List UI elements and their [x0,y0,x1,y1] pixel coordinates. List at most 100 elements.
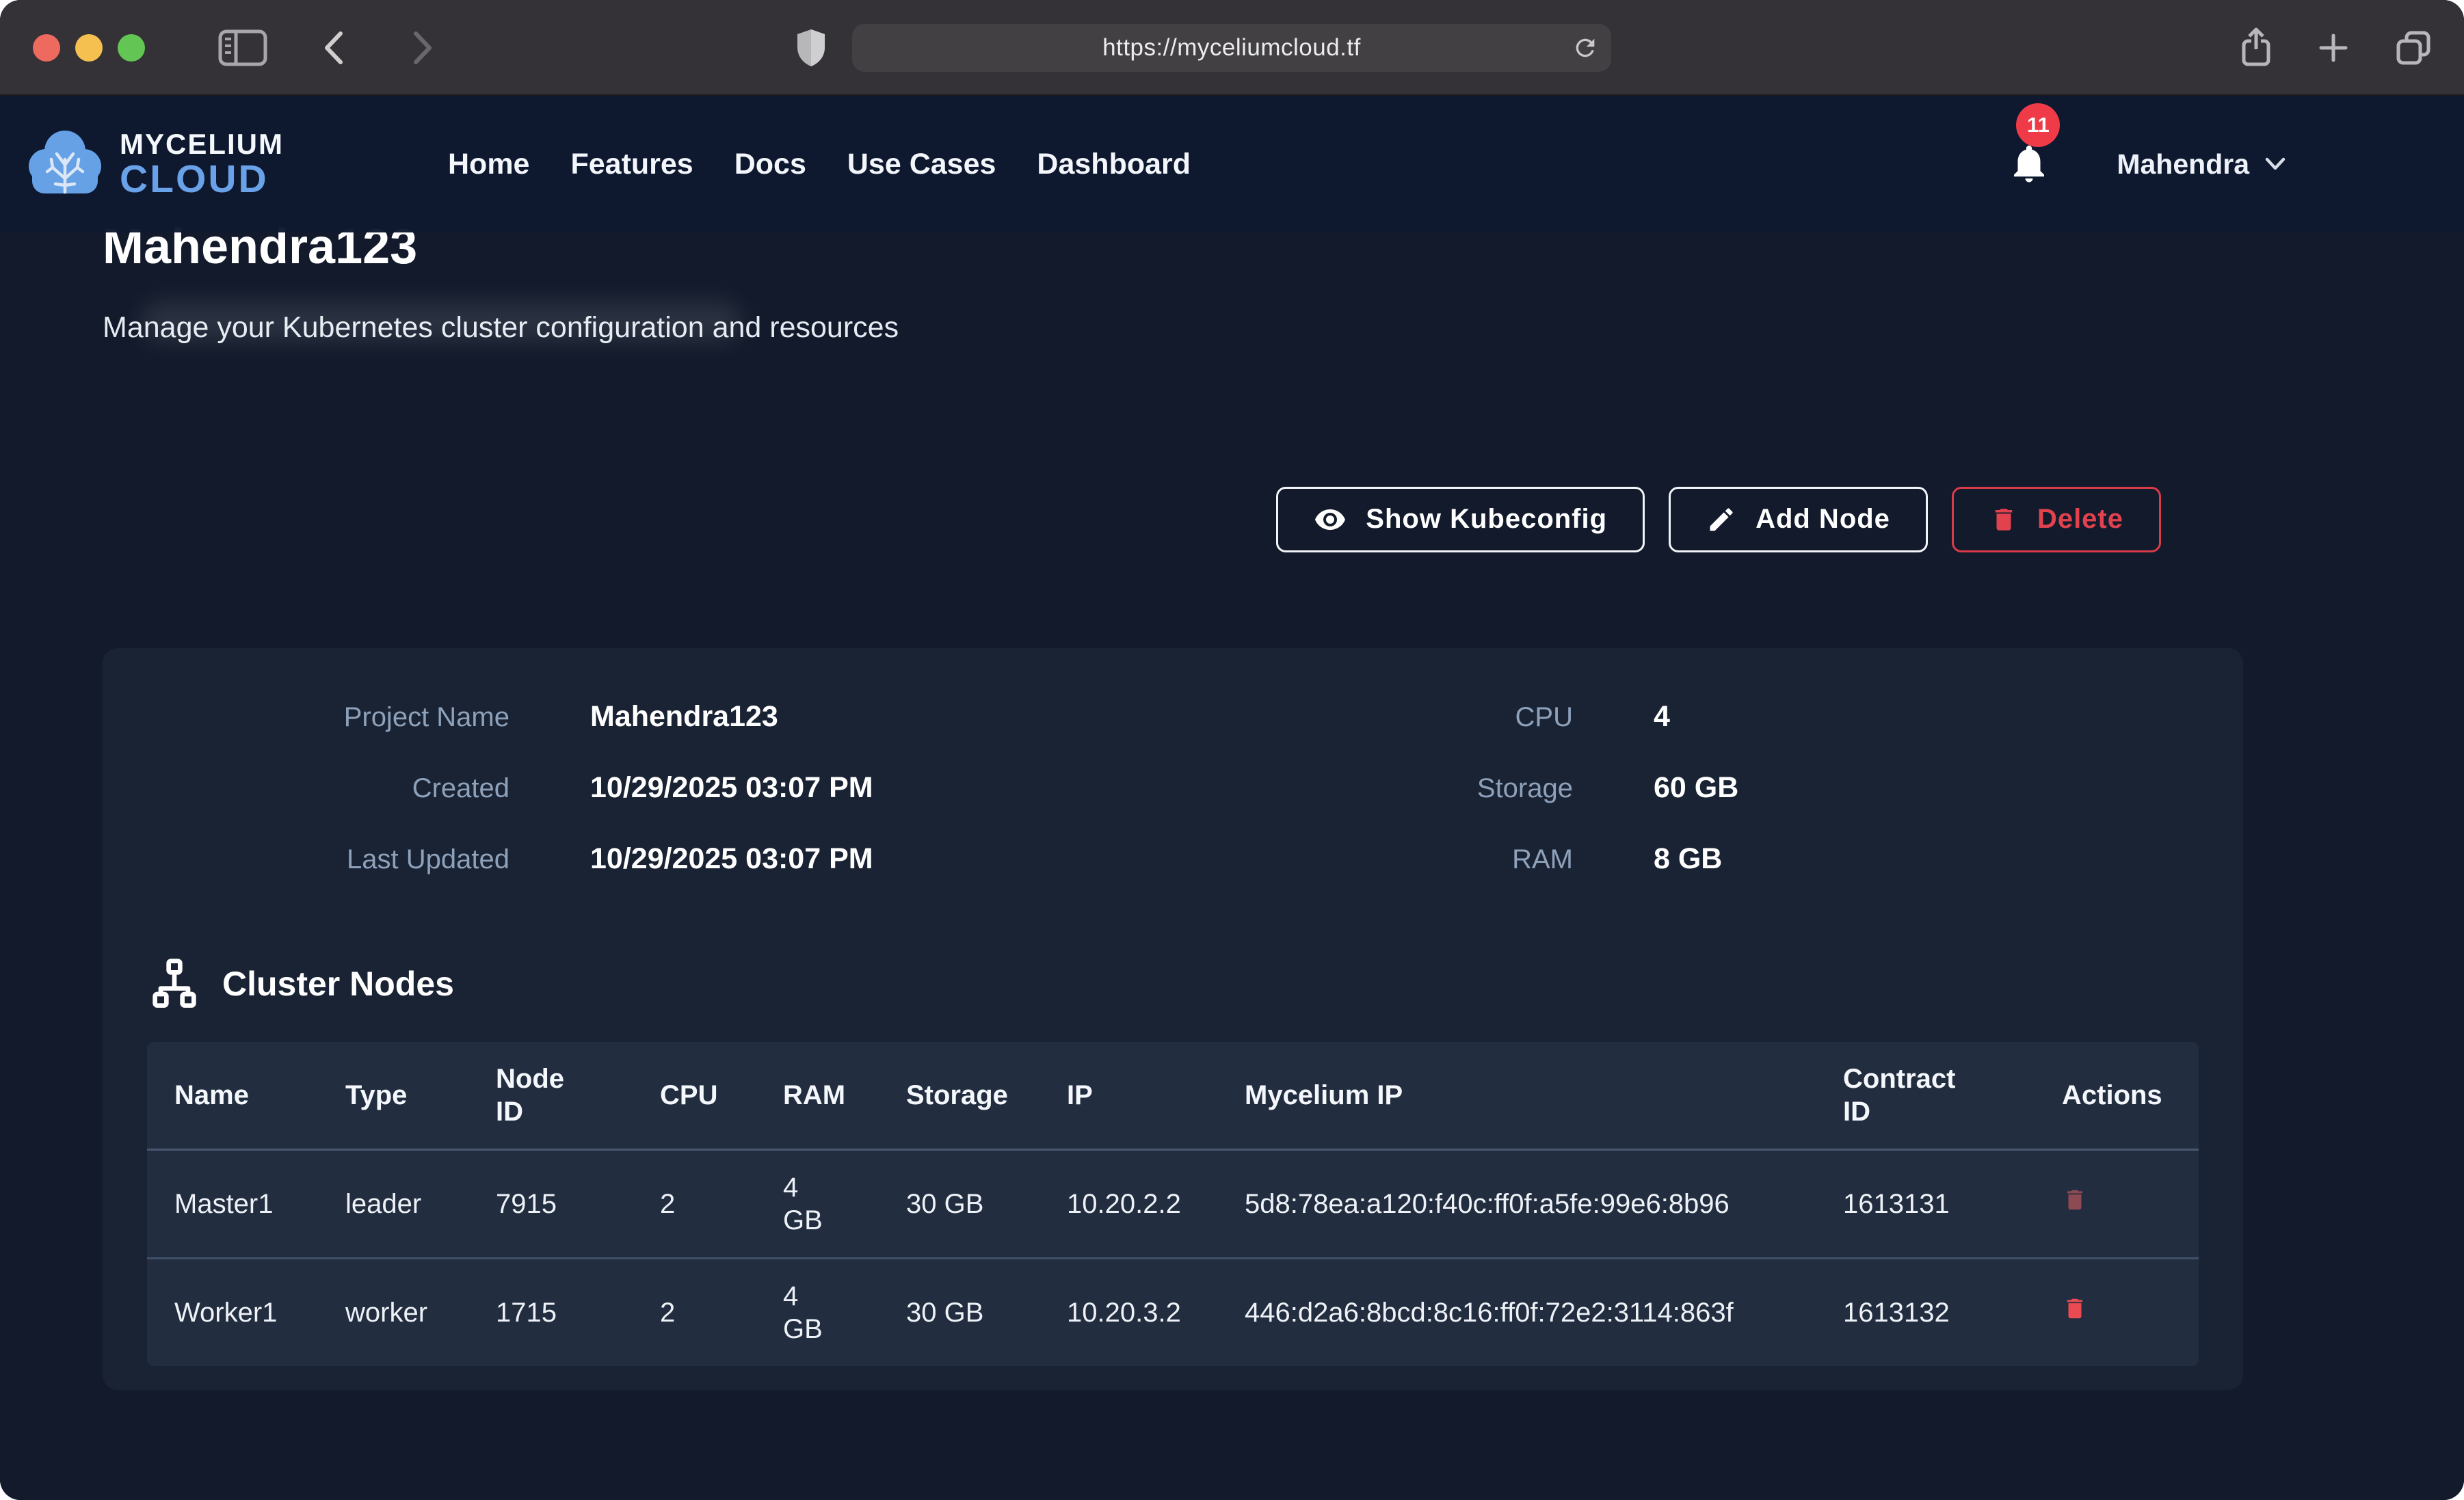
mycelium-logo-icon [24,124,106,204]
info-label: Created [147,773,509,804]
add-node-label: Add Node [1756,504,1890,535]
tab-overview-icon[interactable] [2394,29,2433,66]
delete-node-button[interactable] [2062,1294,2088,1325]
cell-storage: 30 GB [879,1258,1039,1366]
reload-icon[interactable] [1572,34,1599,64]
info-value: 10/29/2025 03:07 PM [590,771,873,805]
info-cpu: CPU 4 [1173,700,2199,734]
info-value: 4 [1654,700,1670,734]
nav-features[interactable]: Features [570,148,693,181]
url-text: https://myceliumcloud.tf [1102,34,1361,62]
delete-label: Delete [2037,504,2123,535]
info-ram: RAM 8 GB [1173,842,2199,876]
page-subtitle: Manage your Kubernetes cluster configura… [103,311,2361,345]
info-value: 60 GB [1654,771,1738,805]
cluster-actions: Show Kubeconfig Add Node Delete [103,487,2243,552]
col-ip: IP [1039,1042,1217,1150]
url-bar[interactable]: https://myceliumcloud.tf [852,24,1611,72]
cell-actions [2035,1149,2199,1258]
traffic-lights [33,34,145,62]
notifications-button[interactable]: 11 [2006,139,2052,190]
back-icon[interactable] [320,0,346,96]
info-value: Mahendra123 [590,700,778,734]
cell-ip: 10.20.3.2 [1039,1258,1217,1366]
cell-ip: 10.20.2.2 [1039,1149,1217,1258]
share-icon[interactable] [2240,27,2273,68]
brand-logo-text: MYCELIUM CLOUD [120,130,284,199]
user-menu[interactable]: Mahendra [2117,148,2286,180]
delete-cluster-button[interactable]: Delete [1952,487,2161,552]
trash-icon [2062,1186,2088,1214]
cell-type: leader [318,1149,468,1258]
cell-contract-id: 1613131 [1816,1149,2035,1258]
cell-contract-id: 1613132 [1816,1258,2035,1366]
cell-name: Master1 [147,1149,318,1258]
nav-dashboard[interactable]: Dashboard [1037,148,1191,181]
cell-node-id: 7915 [468,1149,633,1258]
eye-icon [1314,503,1347,536]
add-node-button[interactable]: Add Node [1669,487,1928,552]
col-ram: RAM [756,1042,879,1150]
col-type: Type [318,1042,468,1150]
col-cpu: CPU [633,1042,756,1150]
cell-actions [2035,1258,2199,1366]
sidebar-toggle-icon[interactable] [217,0,268,96]
show-kubeconfig-button[interactable]: Show Kubeconfig [1276,487,1645,552]
cell-mycelium-ip: 446:d2a6:8bcd:8c16:ff0f:72e2:3114:863f [1217,1258,1816,1366]
cluster-nodes-title: Cluster Nodes [222,964,454,1004]
zoom-window-button[interactable] [118,34,145,62]
cluster-card: Project Name Mahendra123 Created 10/29/2… [103,648,2243,1390]
site-header: MYCELIUM CLOUD Home Features Docs Use Ca… [0,96,2464,232]
minimize-window-button[interactable] [75,34,103,62]
cluster-nodes-heading: Cluster Nodes [147,956,2199,1011]
nav-home[interactable]: Home [448,148,529,181]
bell-icon [2006,139,2052,188]
cell-name: Worker1 [147,1258,318,1366]
delete-node-button[interactable] [2062,1186,2088,1216]
privacy-shield-icon[interactable] [795,0,827,96]
page-body: MYCELIUM CLOUD Home Features Docs Use Ca… [0,96,2464,1500]
info-label: Storage [1173,773,1573,804]
trash-icon [2062,1294,2088,1323]
info-label: RAM [1173,844,1573,875]
info-label: CPU [1173,702,1573,733]
col-name: Name [147,1042,318,1150]
show-kubeconfig-label: Show Kubeconfig [1366,504,1607,535]
cell-cpu: 2 [633,1149,756,1258]
cell-storage: 30 GB [879,1149,1039,1258]
browser-chrome: https://myceliumcloud.tf [0,0,2464,96]
brand-name-line2: CLOUD [120,160,284,199]
table-header-row: Name Type Node ID CPU RAM Storage IP Myc… [147,1042,2199,1150]
nodes-table: Name Type Node ID CPU RAM Storage IP Myc… [147,1042,2199,1366]
user-name: Mahendra [2117,148,2249,180]
forward-icon[interactable] [410,0,436,96]
info-value: 10/29/2025 03:07 PM [590,842,873,876]
trash-icon [1989,504,2018,535]
cell-node-id: 1715 [468,1258,633,1366]
pencil-icon [1706,505,1736,535]
col-actions: Actions [2035,1042,2199,1150]
nav-docs[interactable]: Docs [734,148,806,181]
browser-window: https://myceliumcloud.tf [0,0,2464,1500]
col-contract-id: Contract ID [1816,1042,2035,1150]
cell-mycelium-ip: 5d8:78ea:a120:f40c:ff0f:a5fe:99e6:8b96 [1217,1149,1816,1258]
cell-ram: 4 GB [756,1258,879,1366]
table-row: Worker1 worker 1715 2 4 GB 30 GB 10.20.3… [147,1258,2199,1366]
close-window-button[interactable] [33,34,60,62]
info-created: Created 10/29/2025 03:07 PM [147,771,1173,805]
new-tab-icon[interactable] [2318,32,2349,64]
info-project-name: Project Name Mahendra123 [147,700,1173,734]
cell-type: worker [318,1258,468,1366]
brand-logo[interactable]: MYCELIUM CLOUD [24,124,284,204]
main-nav: Home Features Docs Use Cases Dashboard [448,148,1191,181]
cluster-info: Project Name Mahendra123 Created 10/29/2… [147,700,2199,876]
col-mycelium-ip: Mycelium IP [1217,1042,1816,1150]
notification-badge: 11 [2016,103,2060,147]
cluster-hierarchy-icon [147,956,202,1011]
col-storage: Storage [879,1042,1039,1150]
table-row: Master1 leader 7915 2 4 GB 30 GB 10.20.2… [147,1149,2199,1258]
header-right: 11 Mahendra [2006,139,2286,190]
nav-use-cases[interactable]: Use Cases [847,148,996,181]
cell-cpu: 2 [633,1258,756,1366]
info-storage: Storage 60 GB [1173,771,2199,805]
